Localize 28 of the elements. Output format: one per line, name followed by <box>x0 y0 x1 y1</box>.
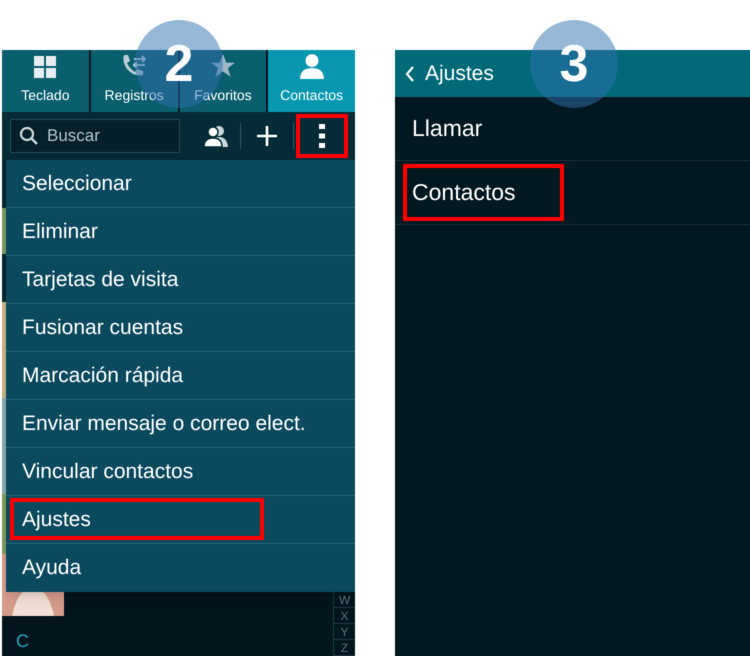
menu-item[interactable]: Vincular contactos <box>6 448 355 496</box>
search-field[interactable]: Buscar <box>10 119 180 153</box>
menu-item[interactable]: Ajustes <box>6 496 355 544</box>
menu-item[interactable]: Marcación rápida <box>6 352 355 400</box>
index-letter[interactable]: X <box>334 608 355 624</box>
keypad-icon <box>33 55 58 79</box>
menu-item[interactable]: Tarjetas de visita <box>6 256 355 304</box>
settings-item[interactable]: Contactos <box>395 161 750 225</box>
index-letter[interactable]: Z <box>334 640 355 656</box>
people-icon <box>202 125 230 147</box>
menu-item[interactable]: Enviar mensaje o correo elect. <box>6 400 355 448</box>
more-button[interactable] <box>296 114 348 158</box>
plus-icon <box>256 125 278 147</box>
back-button[interactable]: Ajustes <box>405 58 494 90</box>
tab[interactable]: Teclado <box>2 50 89 112</box>
index-letter[interactable]: Y <box>334 624 355 640</box>
star-icon <box>210 53 236 79</box>
menu-item[interactable]: Fusionar cuentas <box>6 304 355 352</box>
section-header: C <box>16 630 29 652</box>
person-icon <box>298 53 325 79</box>
search-icon <box>19 126 39 146</box>
menu-item[interactable]: Eliminar <box>6 208 355 256</box>
settings-item[interactable]: Llamar <box>395 97 750 161</box>
step-badge: 3 <box>530 20 618 108</box>
menu-item[interactable]: Ayuda <box>6 544 355 592</box>
more-icon <box>319 124 325 148</box>
back-icon <box>405 66 415 82</box>
menu-item[interactable]: Seleccionar <box>6 160 355 208</box>
